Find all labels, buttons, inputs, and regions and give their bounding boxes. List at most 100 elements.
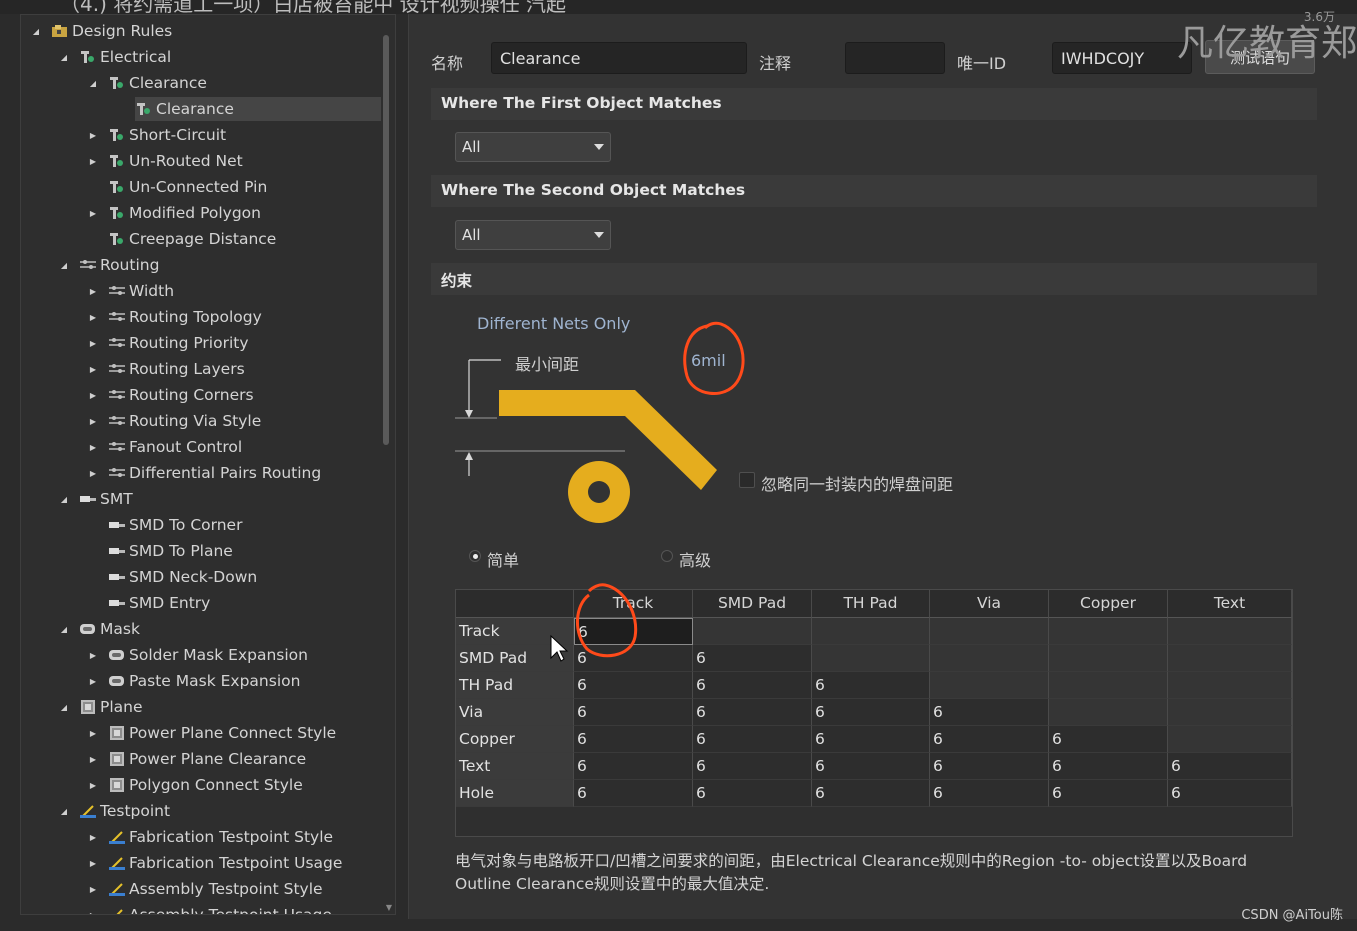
unique-id-field[interactable]: IWHDCOJY: [1052, 42, 1192, 74]
tree-item-fanout-control[interactable]: Fanout Control: [108, 435, 242, 459]
tree-item-smd-neck-down[interactable]: SMD Neck-Down: [108, 565, 257, 589]
tree-item-testpoint[interactable]: Testpoint: [79, 799, 170, 823]
tree-item-power-plane-clearance[interactable]: Power Plane Clearance: [108, 747, 306, 771]
matrix-cell[interactable]: 6: [812, 726, 930, 753]
tree-item-smt[interactable]: SMT: [79, 487, 133, 511]
second-object-dropdown[interactable]: All: [455, 220, 611, 250]
matrix-cell[interactable]: 6: [1049, 753, 1168, 780]
expand-triangle-icon[interactable]: ▶: [88, 286, 98, 296]
tree-item-design-rules[interactable]: Design Rules: [51, 19, 172, 43]
matrix-cell[interactable]: 6: [1168, 780, 1292, 807]
tree-item-assembly-testpoint-style[interactable]: Assembly Testpoint Style: [108, 877, 323, 901]
matrix-cell[interactable]: 6: [1049, 726, 1168, 753]
matrix-cell[interactable]: 6: [812, 780, 930, 807]
expand-triangle-icon[interactable]: ▶: [88, 650, 98, 660]
tree-item-smd-to-plane[interactable]: SMD To Plane: [108, 539, 233, 563]
expand-triangle-icon[interactable]: ▶: [88, 364, 98, 374]
matrix-column-header: Text: [1168, 590, 1292, 618]
matrix-cell[interactable]: 6: [574, 726, 693, 753]
matrix-cell[interactable]: 6: [693, 753, 812, 780]
matrix-cell[interactable]: 6: [930, 699, 1049, 726]
tree-item-routing-corners[interactable]: Routing Corners: [108, 383, 254, 407]
tree-item-clearance[interactable]: Clearance: [135, 97, 381, 121]
tree-item-electrical[interactable]: Electrical: [79, 45, 171, 69]
collapse-triangle-icon[interactable]: ◢: [59, 624, 69, 634]
collapse-triangle-icon[interactable]: ◢: [59, 702, 69, 712]
matrix-cell[interactable]: 6: [1049, 780, 1168, 807]
tree-scrollbar[interactable]: [383, 35, 389, 445]
matrix-cell[interactable]: 6: [574, 672, 693, 699]
matrix-cell[interactable]: 6: [693, 780, 812, 807]
expand-triangle-icon[interactable]: ▶: [88, 780, 98, 790]
matrix-cell[interactable]: 6: [693, 672, 812, 699]
matrix-cell[interactable]: 6: [693, 645, 812, 672]
tree-item-routing-via-style[interactable]: Routing Via Style: [108, 409, 261, 433]
tree-item-paste-mask-expansion[interactable]: Paste Mask Expansion: [108, 669, 300, 693]
tree-item-routing-layers[interactable]: Routing Layers: [108, 357, 245, 381]
expand-triangle-icon[interactable]: ▶: [88, 858, 98, 868]
matrix-cell[interactable]: 6: [693, 726, 812, 753]
expand-triangle-icon[interactable]: ▶: [88, 338, 98, 348]
tree-item-creepage-distance[interactable]: Creepage Distance: [108, 227, 276, 251]
expand-triangle-icon[interactable]: ▶: [88, 156, 98, 166]
collapse-triangle-icon[interactable]: ◢: [88, 78, 98, 88]
matrix-cell[interactable]: 6: [1168, 753, 1292, 780]
collapse-triangle-icon[interactable]: ◢: [59, 260, 69, 270]
expand-triangle-icon[interactable]: ▶: [88, 884, 98, 894]
ignore-pads-checkbox[interactable]: [739, 472, 755, 488]
matrix-cell[interactable]: 6: [930, 753, 1049, 780]
tree-item-smd-to-corner[interactable]: SMD To Corner: [108, 513, 242, 537]
tree-item-differential-pairs-routing[interactable]: Differential Pairs Routing: [108, 461, 321, 485]
matrix-cell[interactable]: 6: [574, 699, 693, 726]
expand-triangle-icon[interactable]: ▶: [88, 468, 98, 478]
expand-triangle-icon[interactable]: ▶: [88, 910, 98, 915]
tree-item-power-plane-connect-style[interactable]: Power Plane Connect Style: [108, 721, 336, 745]
name-field[interactable]: Clearance: [491, 42, 747, 74]
expand-triangle-icon[interactable]: ▶: [88, 390, 98, 400]
expand-triangle-icon[interactable]: ▶: [88, 754, 98, 764]
expand-triangle-icon[interactable]: ▶: [88, 312, 98, 322]
tree-item-modified-polygon[interactable]: Modified Polygon: [108, 201, 261, 225]
expand-triangle-icon[interactable]: ▶: [88, 416, 98, 426]
comment-field[interactable]: [845, 42, 945, 74]
expand-triangle-icon[interactable]: ▶: [88, 130, 98, 140]
collapse-triangle-icon[interactable]: ◢: [59, 52, 69, 62]
mode-advanced-radio[interactable]: [661, 550, 673, 562]
tree-item-short-circuit[interactable]: Short-Circuit: [108, 123, 226, 147]
tree-item-clearance[interactable]: Clearance: [108, 71, 207, 95]
matrix-cell[interactable]: 6: [812, 753, 930, 780]
tree-item-routing-topology[interactable]: Routing Topology: [108, 305, 262, 329]
collapse-triangle-icon[interactable]: ◢: [59, 494, 69, 504]
collapse-triangle-icon[interactable]: ◢: [59, 806, 69, 816]
tree-item-fabrication-testpoint-usage[interactable]: Fabrication Testpoint Usage: [108, 851, 342, 875]
matrix-cell[interactable]: 6: [812, 672, 930, 699]
tree-item-plane[interactable]: Plane: [79, 695, 143, 719]
matrix-cell[interactable]: 6: [930, 726, 1049, 753]
net-scope-selector[interactable]: Different Nets Only: [477, 314, 630, 333]
matrix-cell[interactable]: 6: [812, 699, 930, 726]
matrix-cell[interactable]: 6: [574, 753, 693, 780]
tree-item-mask[interactable]: Mask: [79, 617, 140, 641]
expand-triangle-icon[interactable]: ▶: [88, 832, 98, 842]
tree-item-un-connected-pin[interactable]: Un-Connected Pin: [108, 175, 267, 199]
collapse-triangle-icon[interactable]: ◢: [31, 26, 41, 36]
matrix-cell[interactable]: 6: [693, 699, 812, 726]
tree-item-routing-priority[interactable]: Routing Priority: [108, 331, 249, 355]
tree-item-smd-entry[interactable]: SMD Entry: [108, 591, 210, 615]
tree-item-routing[interactable]: Routing: [79, 253, 159, 277]
expand-triangle-icon[interactable]: ▶: [88, 728, 98, 738]
tree-item-un-routed-net[interactable]: Un-Routed Net: [108, 149, 243, 173]
tree-item-polygon-connect-style[interactable]: Polygon Connect Style: [108, 773, 303, 797]
matrix-cell[interactable]: 6: [930, 780, 1049, 807]
matrix-cell[interactable]: 6: [574, 780, 693, 807]
expand-triangle-icon[interactable]: ▶: [88, 676, 98, 686]
tree-item-width[interactable]: Width: [108, 279, 174, 303]
expand-triangle-icon[interactable]: ▶: [88, 208, 98, 218]
expand-triangle-icon[interactable]: ▶: [88, 442, 98, 452]
tree-item-assembly-testpoint-usage[interactable]: Assembly Testpoint Usage: [108, 903, 332, 914]
mode-simple-radio[interactable]: [469, 550, 481, 562]
tree-item-fabrication-testpoint-style[interactable]: Fabrication Testpoint Style: [108, 825, 333, 849]
tree-item-solder-mask-expansion[interactable]: Solder Mask Expansion: [108, 643, 308, 667]
scroll-down-arrow-icon[interactable]: ▼: [386, 903, 392, 912]
first-object-dropdown[interactable]: All: [455, 132, 611, 162]
